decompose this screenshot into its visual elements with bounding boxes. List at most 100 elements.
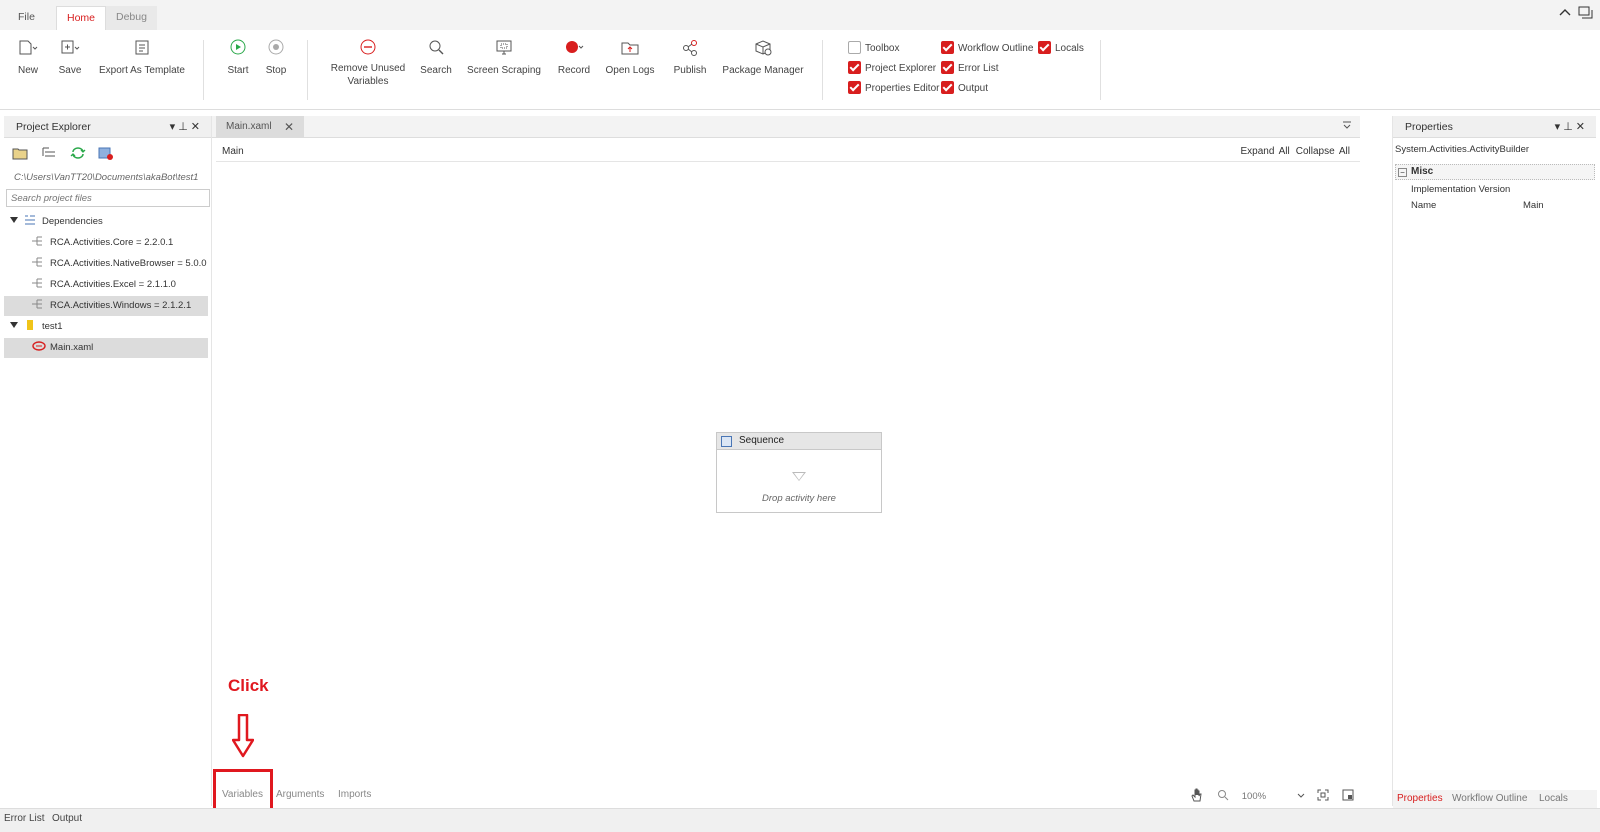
menu-tab-debug[interactable]: Debug — [106, 6, 157, 30]
folder-icon — [621, 42, 639, 55]
collapse-icon[interactable]: − — [1398, 168, 1407, 177]
collapse-all-link[interactable]: Collapse All — [1296, 146, 1350, 157]
workflow-outline-checkbox[interactable]: Workflow Outline — [941, 41, 1033, 55]
panel-controls[interactable]: ▾⊥✕ — [170, 120, 203, 133]
template-icon — [135, 40, 149, 55]
menu-tab-file[interactable]: File — [8, 6, 45, 30]
open-folder-icon[interactable] — [12, 146, 28, 160]
sequence-title: Sequence — [739, 435, 785, 446]
project-explorer-panel: Project Explorer ▾⊥✕ C:\Users\VanTT20\Do… — [4, 116, 212, 806]
package-manager-button[interactable]: Package Manager — [722, 38, 804, 77]
tree-node-dependencies[interactable]: Dependencies — [4, 212, 208, 232]
window-layout-icon[interactable] — [1578, 6, 1594, 23]
tab-variables[interactable]: Variables — [222, 789, 263, 800]
search-button[interactable]: Search — [418, 38, 454, 77]
record-button[interactable]: Record — [556, 38, 592, 77]
properties-bottom-tabs: Properties Workflow Outline Locals — [1393, 790, 1597, 808]
export-template-button[interactable]: Export As Template — [96, 38, 188, 77]
drop-arrow-icon — [792, 472, 806, 481]
expand-arrow-icon[interactable] — [10, 322, 18, 328]
start-button[interactable]: Start — [224, 38, 252, 77]
tab-locals[interactable]: Locals — [1539, 793, 1568, 804]
tree-node-dependency[interactable]: RCA.Activities.Core = 2.2.0.1 — [4, 233, 208, 253]
tab-list-icon[interactable] — [1342, 120, 1352, 133]
project-explorer-checkbox[interactable]: Project Explorer — [848, 61, 936, 75]
ribbon-separator — [307, 40, 308, 100]
sequence-activity[interactable]: Sequence Drop activity here — [716, 432, 882, 513]
zoom-controls: 100% — [1180, 788, 1354, 804]
checkbox-checked-icon — [941, 81, 954, 94]
folder-icon — [24, 318, 36, 330]
output-checkbox[interactable]: Output — [941, 81, 988, 95]
tab-imports[interactable]: Imports — [338, 789, 371, 800]
close-icon[interactable]: ✕ — [284, 116, 294, 138]
package-icon — [755, 40, 772, 56]
tab-arguments[interactable]: Arguments — [276, 789, 324, 800]
new-button[interactable]: New — [14, 38, 42, 77]
tree-node-main-xaml[interactable]: Main.xaml — [4, 338, 208, 358]
pan-hand-icon[interactable] — [1190, 788, 1204, 805]
publish-button[interactable]: Publish — [670, 38, 710, 77]
dependencies-icon — [24, 213, 36, 225]
tree-node-dependency[interactable]: RCA.Activities.Excel = 2.1.1.0 — [4, 275, 208, 295]
ribbon-separator — [1100, 40, 1101, 100]
checkbox-checked-icon — [941, 61, 954, 74]
click-annotation-label: Click — [228, 676, 269, 695]
screen-scraping-button[interactable]: Screen Scraping — [466, 38, 542, 77]
properties-editor-checkbox[interactable]: Properties Editor — [848, 81, 939, 95]
share-icon — [683, 40, 697, 56]
package-dependency-icon — [32, 297, 44, 309]
property-row[interactable]: Name Main — [1395, 198, 1595, 214]
search-icon — [429, 40, 444, 55]
tab-main-xaml[interactable]: Main.xaml ✕ — [216, 116, 304, 138]
project-explorer-toolbar — [12, 146, 124, 162]
tree-node-dependency[interactable]: RCA.Activities.NativeBrowser = 5.0.0 — [4, 254, 208, 274]
locals-checkbox[interactable]: Locals — [1038, 41, 1084, 55]
new-file-icon — [19, 40, 38, 55]
zoom-dropdown-icon[interactable] — [1297, 791, 1305, 802]
menu-tab-home[interactable]: Home — [56, 6, 107, 30]
properties-header: Properties ▾⊥✕ — [1393, 116, 1596, 138]
panel-controls[interactable]: ▾⊥✕ — [1555, 120, 1588, 133]
ribbon: New Save Export As Template Start Stop R… — [0, 30, 1600, 110]
remove-unused-variables-button[interactable]: Remove Unused Variables — [328, 38, 408, 88]
zoom-icon[interactable] — [1217, 789, 1229, 804]
zoom-level[interactable]: 100% — [1242, 791, 1266, 802]
toolbox-checkbox[interactable]: Toolbox — [848, 41, 899, 55]
sequence-header[interactable]: Sequence — [717, 433, 881, 450]
play-icon — [230, 39, 246, 55]
save-button[interactable]: Save — [56, 38, 84, 77]
expand-arrow-icon[interactable] — [10, 217, 18, 223]
refresh-icon[interactable] — [70, 146, 86, 160]
open-logs-button[interactable]: Open Logs — [604, 38, 656, 77]
checkbox-checked-icon — [941, 41, 954, 54]
fit-to-screen-icon[interactable] — [1317, 789, 1329, 804]
tree-node-dependency[interactable]: RCA.Activities.Windows = 2.1.2.1 — [4, 296, 208, 316]
selected-type: System.Activities.ActivityBuilder — [1395, 144, 1530, 155]
record-icon — [566, 41, 584, 53]
screen-scraping-icon — [496, 40, 512, 55]
property-row[interactable]: Implementation Version — [1395, 182, 1595, 198]
tree-node-project-folder[interactable]: test1 — [4, 317, 208, 337]
remove-project-icon[interactable] — [98, 146, 114, 160]
search-project-files-input[interactable] — [6, 189, 210, 207]
package-dependency-icon — [32, 234, 44, 246]
list-icon[interactable] — [41, 146, 57, 160]
menu-bar: File Home Debug — [0, 0, 1600, 30]
error-list-checkbox[interactable]: Error List — [941, 61, 999, 75]
checkbox-checked-icon — [1038, 41, 1051, 54]
overview-icon[interactable] — [1342, 789, 1354, 804]
breadcrumb[interactable]: Main — [222, 146, 244, 157]
remove-icon — [360, 39, 376, 55]
tab-output[interactable]: Output — [52, 813, 82, 824]
collapse-ribbon-icon[interactable] — [1558, 6, 1572, 23]
tab-workflow-outline[interactable]: Workflow Outline — [1452, 793, 1527, 804]
expand-all-link[interactable]: Expand All — [1240, 146, 1289, 157]
package-dependency-icon — [32, 276, 44, 288]
stop-button[interactable]: Stop — [262, 38, 290, 77]
tab-properties[interactable]: Properties — [1397, 793, 1443, 804]
sequence-icon — [721, 436, 732, 447]
designer-header: Main Expand All Collapse All — [216, 140, 1360, 162]
property-category[interactable]: − Misc — [1395, 164, 1595, 180]
tab-error-list[interactable]: Error List — [4, 813, 45, 824]
